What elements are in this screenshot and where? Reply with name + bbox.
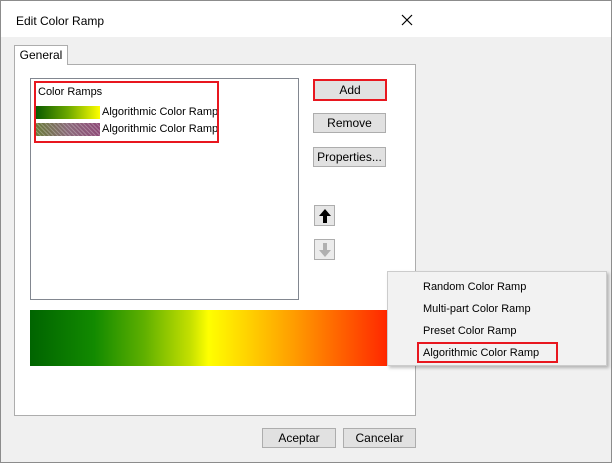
color-ramp-preview (30, 310, 387, 366)
list-item[interactable]: Algorithmic Color Ramp (36, 122, 219, 137)
dialog-title: Edit Color Ramp (16, 14, 105, 28)
menu-item-algorithmic-color-ramp[interactable]: Algorithmic Color Ramp (423, 347, 539, 359)
edit-color-ramp-dialog: Edit Color Ramp General Color Ramps Algo… (0, 0, 612, 463)
menu-item-random-color-ramp[interactable]: Random Color Ramp (423, 281, 526, 293)
close-icon[interactable] (399, 12, 415, 28)
menu-item-preset-color-ramp[interactable]: Preset Color Ramp (423, 325, 517, 337)
hatched-ramp-swatch (36, 123, 100, 136)
arrow-up-icon (319, 209, 331, 223)
green-yellow-ramp-swatch (36, 106, 100, 119)
list-item-label: Algorithmic Color Ramp (102, 106, 219, 118)
add-button[interactable]: Add (313, 80, 387, 100)
menu-item-multi-part-color-ramp[interactable]: Multi-part Color Ramp (423, 303, 531, 315)
remove-button[interactable]: Remove (313, 113, 386, 133)
properties-button[interactable]: Properties... (313, 147, 386, 167)
tab-general[interactable]: General (14, 45, 68, 65)
list-item-label: Algorithmic Color Ramp (102, 123, 219, 135)
list-item[interactable]: Algorithmic Color Ramp (36, 105, 219, 120)
add-ramp-context-menu: Random Color Ramp Multi-part Color Ramp … (387, 271, 607, 366)
ok-button[interactable]: Aceptar (262, 428, 336, 448)
cancel-button[interactable]: Cancelar (343, 428, 416, 448)
color-ramps-header: Color Ramps (38, 86, 103, 98)
move-down-button[interactable] (314, 239, 335, 260)
arrow-down-icon (319, 243, 331, 257)
move-up-button[interactable] (314, 205, 335, 226)
title-bar: Edit Color Ramp (1, 1, 611, 37)
